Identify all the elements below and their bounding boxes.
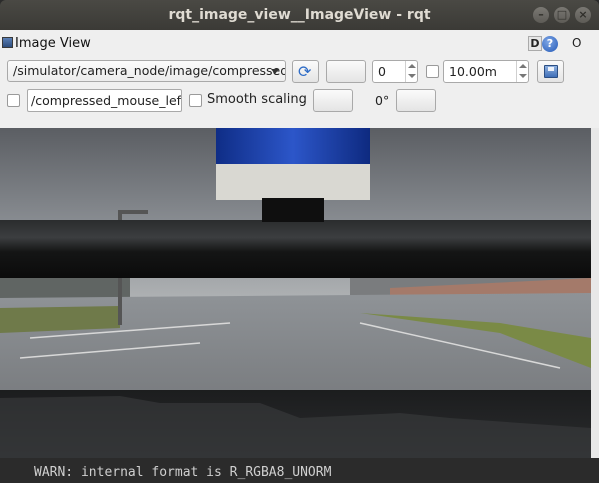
- spin-up-icon: [408, 64, 416, 68]
- rotate-right-button[interactable]: [396, 89, 436, 112]
- minimize-button[interactable]: –: [533, 7, 549, 23]
- mouse-topic-value: /compressed_mouse_left: [31, 93, 182, 108]
- zoom-spinbox-value: 0: [378, 64, 386, 79]
- topic-select-value: /simulator/camera_node/image/compressed: [13, 63, 286, 78]
- max-range-value: 10.00m: [449, 64, 497, 79]
- image-scrollbar[interactable]: [591, 128, 599, 458]
- max-range-arrows[interactable]: [516, 61, 528, 82]
- plugin-header: Image View D ? O: [0, 34, 599, 54]
- terminal-background-text: WARN: internal format is R_RGBA8_UNORM: [0, 458, 599, 483]
- image-view-icon: [2, 37, 13, 48]
- zoom-spinbox[interactable]: 0: [372, 60, 418, 83]
- zoom-button[interactable]: [326, 60, 366, 83]
- dock-d-button[interactable]: D: [528, 36, 542, 51]
- save-image-button[interactable]: [537, 60, 564, 83]
- rotate-left-button[interactable]: [313, 89, 353, 112]
- chevron-down-icon: [271, 69, 279, 74]
- window-controls: – □ ×: [533, 7, 591, 23]
- save-icon: [544, 65, 558, 78]
- topic-select[interactable]: /simulator/camera_node/image/compressed: [7, 60, 286, 82]
- refresh-icon: ⟳: [298, 62, 312, 81]
- plugin-title: Image View: [15, 36, 91, 51]
- plugin-close-button[interactable]: O: [572, 36, 581, 50]
- camera-image[interactable]: [0, 128, 591, 458]
- spin-down-icon: [519, 74, 527, 78]
- window-titlebar: rqt_image_view__ImageView - rqt – □ ×: [0, 0, 599, 30]
- refresh-topics-button[interactable]: ⟳: [292, 60, 319, 83]
- close-button[interactable]: ×: [575, 7, 591, 23]
- dynamic-range-checkbox[interactable]: [426, 65, 439, 78]
- help-icon[interactable]: ?: [542, 36, 558, 52]
- spin-down-icon: [408, 74, 416, 78]
- mouse-topic-input[interactable]: /compressed_mouse_left: [27, 89, 182, 112]
- smooth-scaling-label: Smooth scaling: [207, 92, 307, 107]
- spin-up-icon: [519, 64, 527, 68]
- zoom-spinbox-arrows[interactable]: [405, 61, 417, 82]
- max-range-spinbox[interactable]: 10.00m: [443, 60, 529, 83]
- smooth-scaling-checkbox[interactable]: [189, 94, 202, 107]
- rotation-label: 0°: [375, 93, 390, 108]
- publish-mouse-checkbox[interactable]: [7, 94, 20, 107]
- camera-image-render: [0, 128, 591, 458]
- maximize-button[interactable]: □: [554, 7, 570, 23]
- window-title: rqt_image_view__ImageView - rqt: [168, 7, 431, 23]
